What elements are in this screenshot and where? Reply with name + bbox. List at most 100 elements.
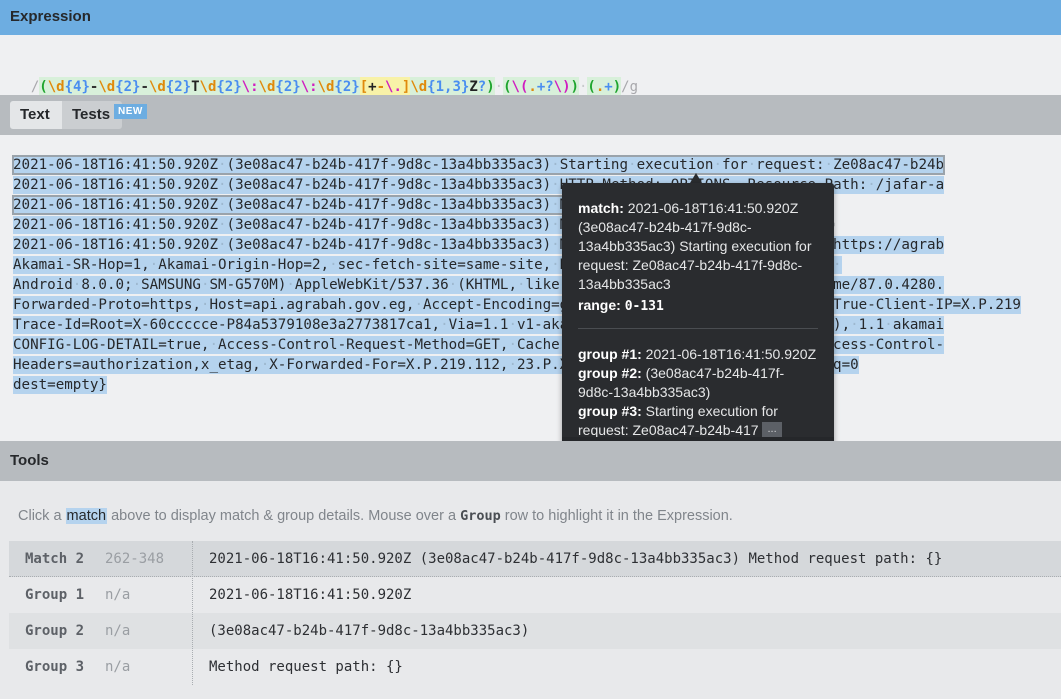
text-line[interactable]: 2021-06-18T16:41:50.920Z·(3e08ac47-b24b-… [11,155,946,175]
regex-token[interactable]: · [579,77,587,97]
whitespace-marker: · [551,217,560,233]
row-label: Match 2 [25,551,85,567]
whitespace-marker: · [209,337,219,353]
regex-token[interactable]: ] [401,77,411,97]
regex-token[interactable]: \) [553,77,571,97]
regex-token[interactable]: {2} [216,77,242,97]
regex-token[interactable]: + [604,77,613,97]
regex-token[interactable]: . [528,77,537,97]
text-line[interactable]: Forwarded-Proto=https, ·Host=api.agrabah.… [13,296,1021,314]
text-chunk: Akamai-Origin-Hop=2, [158,257,330,273]
match-row[interactable]: Match 2 262-348 2021-06-18T16:41:50.920Z… [9,541,1061,577]
new-badge: NEW [114,104,147,119]
regex-token[interactable]: ? [477,77,487,97]
regex-token[interactable]: \: [300,77,318,97]
whitespace-marker: · [329,257,338,273]
whitespace-marker: · [833,257,842,273]
regex-token[interactable]: {2} [115,77,141,97]
regex-token[interactable]: ) [612,77,622,97]
regex-token[interactable]: ( [39,77,48,97]
group-row[interactable]: Group 3 n/a Method request path: {} [9,649,1061,685]
text-chunk: 2021-06-18T16:41:50.920Z [13,157,218,173]
text-chunk: (KHTML, [457,277,517,293]
regex-token[interactable]: {2} [275,77,301,97]
text-chunk: Access-Control- [815,337,945,353]
regex-token[interactable]: + [368,77,377,97]
regex-token[interactable]: \d [199,77,217,97]
tooltip-match: match: 2021-06-18T16:41:50.920Z (3e08ac4… [578,199,818,294]
regex-token[interactable]: \( [511,77,529,97]
regex-token[interactable]: \: [241,77,259,97]
expression-panel-header: Expression [0,0,1061,35]
tooltip-group-3: group #3: Starting execution for request… [578,402,818,441]
regex-token[interactable]: {4} [64,77,90,97]
text-chunk: execution [636,157,714,173]
text-chunk: True-Client-IP=X.P.219 [833,297,1021,313]
text-line[interactable]: dest=empty} [13,376,107,394]
regex-token[interactable]: ) [486,77,495,97]
whitespace-marker: · [551,257,560,273]
text-chunk: Headers=authorization,x_etag, [13,357,261,373]
regex-token[interactable]: {2} [334,77,360,97]
tab-tests[interactable]: Tests [62,101,122,129]
regex-token[interactable]: \d [258,77,276,97]
regex-token[interactable]: \d [317,77,335,97]
regex-token[interactable]: [ [359,77,369,97]
whitespace-marker: · [747,157,757,173]
hint-group-code: Group [460,508,501,524]
regex-token[interactable]: \d [98,77,116,97]
regex-token[interactable]: \d [148,77,166,97]
group-row[interactable]: Group 1 n/a 2021-06-18T16:41:50.920Z [9,577,1061,613]
regex-token[interactable]: ) [570,77,579,97]
regex-token[interactable]: +? [536,77,554,97]
row-range: n/a [105,587,131,603]
regex-token[interactable]: ( [587,77,596,97]
text-chunk: 2021-06-18T16:41:50.920Z [13,197,218,213]
text-tests-tabbar: Text Tests [0,95,1061,135]
regex-token[interactable]: {2} [165,77,192,97]
text-chunk: SAMSUNG [141,277,201,293]
tools-title: Tools [10,452,49,469]
hint-text: above to display match & group details. … [107,508,461,524]
whitespace-marker: · [824,157,834,173]
regex-token[interactable]: - [140,77,149,97]
group-label: group #1: [578,346,642,362]
regex-token[interactable]: \d [410,77,428,97]
text-chunk: 8.0.0; [81,277,133,293]
whitespace-marker: · [867,177,876,193]
text-chunk: Akamai-SR-Hop=1, [13,257,150,273]
regex-token[interactable]: . [595,77,605,97]
whitespace-marker: · [218,177,227,193]
regex-token[interactable]: {1,3} [427,77,470,97]
whitespace-marker: · [218,237,227,253]
row-label: Group 1 [25,587,85,603]
row-value: 2021-06-18T16:41:50.920Z [209,587,412,603]
regex-token[interactable]: Z [469,77,478,97]
regex-flags[interactable]: /g [621,77,638,97]
tooltip-range-value: 0-131 [624,299,664,314]
text-chunk: 2021-06-18T16:41:50.920Z [13,237,218,253]
regex-token[interactable]: - [89,77,99,97]
text-chunk: for [722,157,748,173]
tab-text[interactable]: Text [10,101,62,129]
text-chunk: /jafar-a [875,177,945,193]
text-chunk: sec-fetch-site=same-site, [337,257,552,273]
regex-token[interactable]: ( [503,77,512,97]
tooltip-arrow [690,173,702,183]
regex-token[interactable]: - [376,77,386,97]
whitespace-marker: · [551,177,560,193]
test-text-area[interactable]: 2021-06-18T16:41:50.920Z·(3e08ac47-b24b-… [0,135,1061,441]
regex-token[interactable]: \d [47,77,65,97]
group-row[interactable]: Group 2 n/a (3e08ac47-b24b-417f-9d8c-13a… [9,613,1061,649]
text-chunk: 1.1 [858,317,885,333]
regex-expression-editor[interactable]: /(\d{4}-\d{2}-\d{2}T\d{2}\:\d{2}\:\d{2}[… [14,57,638,97]
regex-token[interactable]: · [495,77,503,97]
text-chunk: (3e08ac47-b24b-417f-9d8c-13a4bb335ac3) [226,177,552,193]
row-range: n/a [105,623,131,639]
row-label: Group 3 [25,659,85,675]
text-chunk: (3e08ac47-b24b-417f-9d8c-13a4bb335ac3) [226,217,552,233]
whitespace-marker: · [414,297,424,313]
regex-token[interactable]: T [191,77,200,97]
regex-token[interactable]: \. [385,77,402,97]
text-chunk: dest=empty} [13,377,107,393]
